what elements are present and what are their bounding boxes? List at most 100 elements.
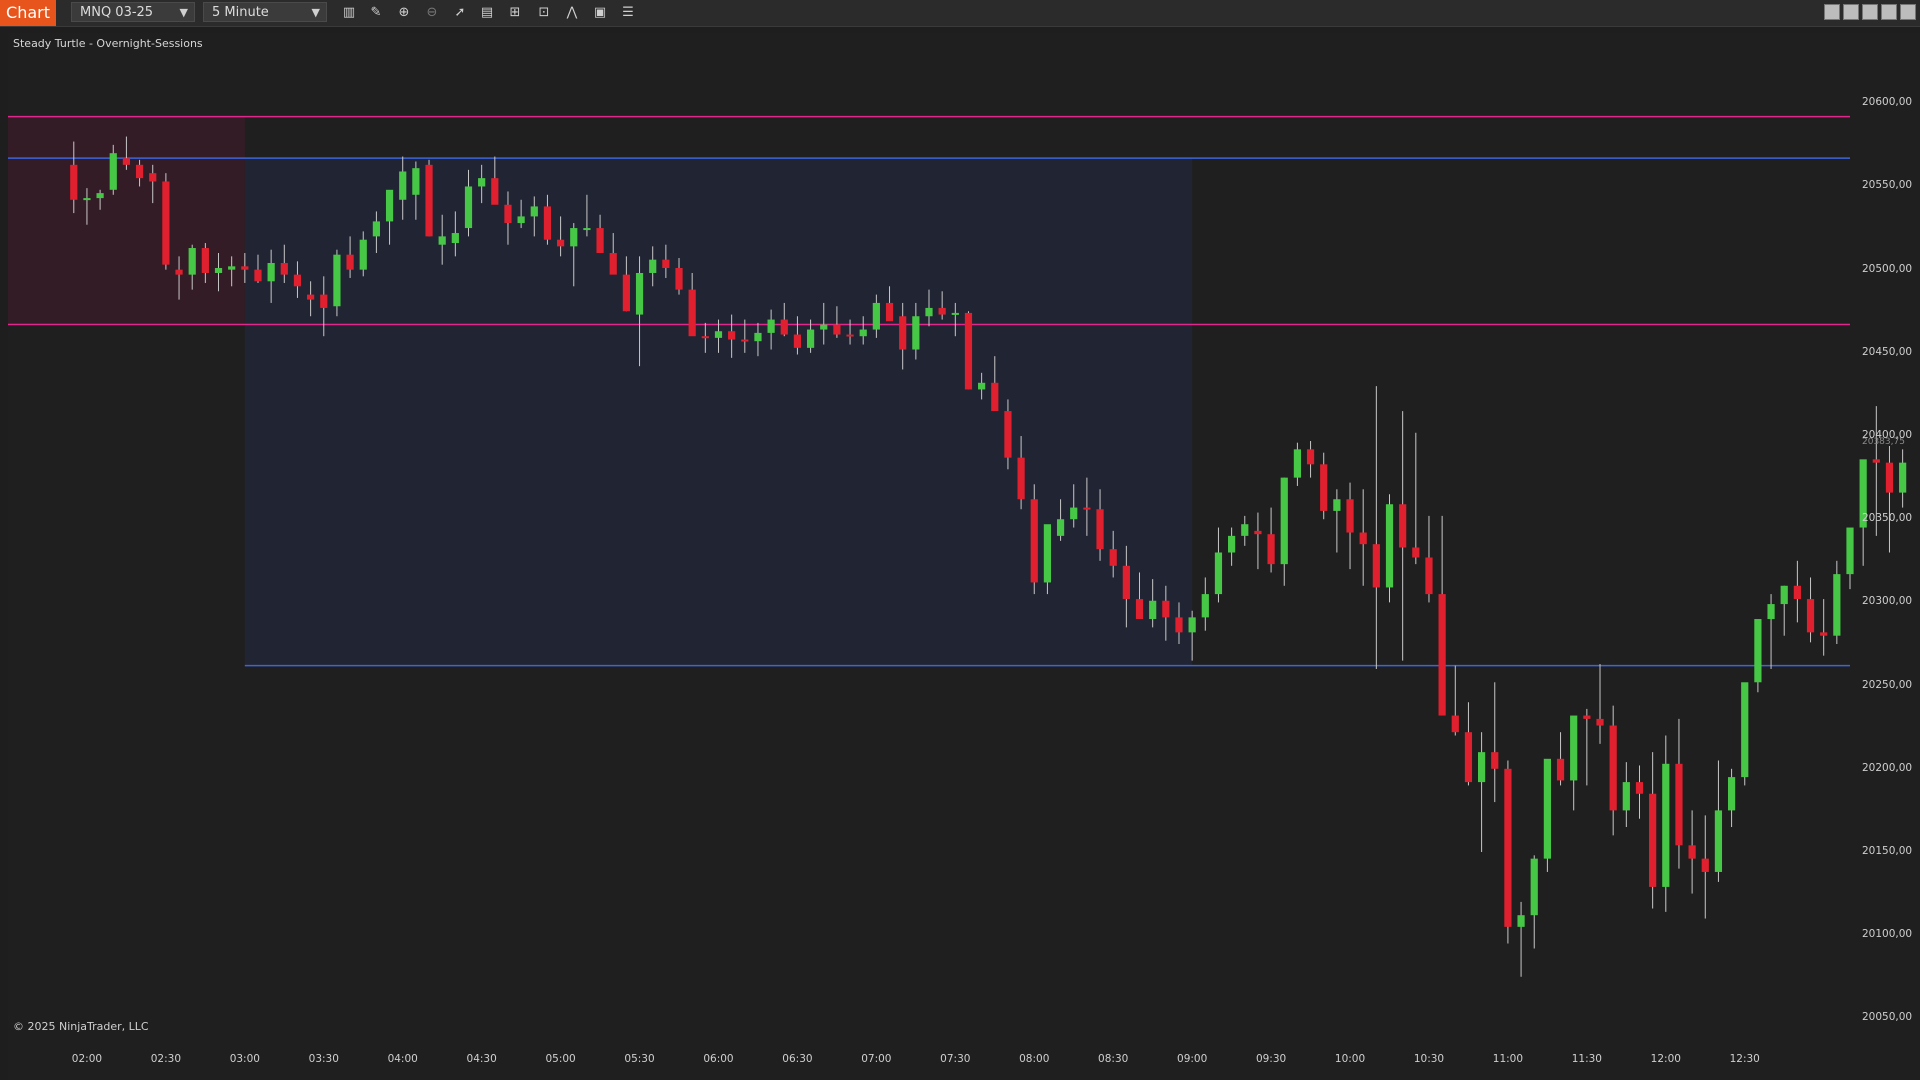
- x-tick-label: 07:00: [861, 1053, 892, 1065]
- candle-body: [1504, 768, 1512, 927]
- price-chart[interactable]: [0, 0, 1920, 1080]
- candle-body: [228, 266, 236, 270]
- candle-body: [885, 302, 894, 322]
- candle-body: [359, 239, 367, 270]
- candle-body: [1464, 732, 1473, 783]
- candle-body: [385, 189, 394, 222]
- candle-body: [96, 193, 104, 199]
- candle-body: [1412, 547, 1420, 558]
- candle-body: [280, 263, 288, 275]
- candle-body: [1175, 617, 1183, 633]
- candle-body: [320, 294, 328, 308]
- candle-body: [1346, 499, 1354, 533]
- candle-body: [833, 324, 841, 335]
- candle-body: [925, 307, 933, 317]
- candle-body: [201, 248, 209, 273]
- candle-body: [241, 266, 249, 270]
- candle-body: [1399, 504, 1407, 548]
- candle-body: [1543, 758, 1551, 859]
- x-tick-label: 05:00: [545, 1053, 576, 1065]
- x-tick-label: 09:00: [1177, 1053, 1208, 1065]
- candle-body: [1241, 524, 1249, 536]
- candle-body: [1556, 758, 1565, 781]
- candle-body: [1425, 557, 1433, 595]
- candle-body: [478, 178, 486, 187]
- candle-body: [1135, 599, 1144, 620]
- candle-body: [806, 329, 815, 348]
- y-tick-label: 20150,00: [1862, 844, 1913, 857]
- candle-body: [1122, 565, 1130, 600]
- candle-body: [912, 316, 920, 350]
- x-tick-label: 09:30: [1255, 1053, 1287, 1065]
- candle-body: [767, 319, 775, 333]
- y-tick-label: 20450,00: [1862, 345, 1913, 358]
- candle-body: [1096, 509, 1104, 550]
- candle-body: [1149, 600, 1157, 620]
- x-tick-label: 07:30: [940, 1053, 971, 1065]
- candle-body: [438, 236, 446, 245]
- x-tick-label: 12:00: [1650, 1053, 1681, 1065]
- candle-body: [1438, 594, 1446, 716]
- candle-body: [135, 164, 144, 179]
- x-tick-label: 05:30: [624, 1053, 655, 1065]
- y-tick-label: 20600,00: [1862, 96, 1913, 109]
- candle-body: [1056, 519, 1065, 536]
- candle-body: [109, 153, 117, 190]
- candle-body: [991, 382, 999, 412]
- candle-body: [1214, 552, 1223, 595]
- candle-body: [1517, 915, 1525, 927]
- x-tick-label: 04:00: [387, 1053, 418, 1065]
- x-tick-label: 06:30: [782, 1053, 813, 1065]
- candle-body: [1530, 858, 1538, 916]
- candle-body: [1372, 544, 1380, 588]
- x-tick-label: 11:30: [1571, 1053, 1602, 1065]
- candle-body: [728, 331, 736, 340]
- candle-body: [675, 267, 683, 290]
- candle-body: [951, 312, 959, 315]
- candle-body: [1793, 585, 1801, 600]
- candle-body: [1491, 752, 1499, 769]
- y-tick-label: 20400,00: [1862, 429, 1913, 442]
- y-tick-label: 20300,00: [1862, 595, 1913, 608]
- candle-body: [649, 259, 657, 273]
- x-tick-label: 12:30: [1729, 1053, 1760, 1065]
- candle-body: [978, 382, 986, 390]
- y-tick-label: 20250,00: [1862, 678, 1913, 691]
- candle-body: [1583, 715, 1591, 719]
- candle-body: [1030, 499, 1038, 583]
- x-tick-label: 03:00: [229, 1053, 260, 1065]
- candle-body: [1293, 449, 1301, 478]
- candle-body: [1451, 715, 1459, 733]
- y-tick-label: 20500,00: [1862, 262, 1913, 275]
- candle-body: [1320, 464, 1328, 511]
- candle-body: [1280, 477, 1288, 565]
- candle-body: [464, 186, 473, 229]
- y-tick-label: 20550,00: [1862, 179, 1913, 192]
- candle-body: [1109, 549, 1117, 566]
- x-tick-label: 02:00: [71, 1053, 103, 1065]
- candle-body: [701, 336, 709, 339]
- copyright-text: © 2025 NinjaTrader, LLC: [13, 1020, 149, 1033]
- chart-label: Steady Turtle - Overnight-Sessions: [13, 37, 203, 50]
- x-tick-label: 06:00: [703, 1053, 734, 1065]
- candle-body: [1188, 617, 1196, 633]
- candle-body: [1596, 718, 1604, 726]
- candle-body: [372, 221, 380, 237]
- candle-body: [1043, 524, 1052, 583]
- candle-body: [846, 334, 854, 337]
- candle-body: [662, 259, 670, 268]
- y-tick-label: 20200,00: [1862, 761, 1913, 774]
- candle-body: [741, 339, 749, 342]
- candle-body: [1806, 599, 1815, 633]
- candle-body: [293, 274, 302, 287]
- candle-body: [162, 181, 170, 265]
- candle-body: [859, 329, 867, 337]
- candle-body: [899, 316, 907, 350]
- candle-body: [754, 332, 762, 342]
- candle-body: [609, 253, 617, 275]
- y-tick-label: 20100,00: [1862, 928, 1913, 941]
- candle-body: [1649, 793, 1657, 887]
- candle-body: [1688, 845, 1696, 859]
- candle-body: [1635, 782, 1644, 794]
- session-zone: [244, 158, 1193, 666]
